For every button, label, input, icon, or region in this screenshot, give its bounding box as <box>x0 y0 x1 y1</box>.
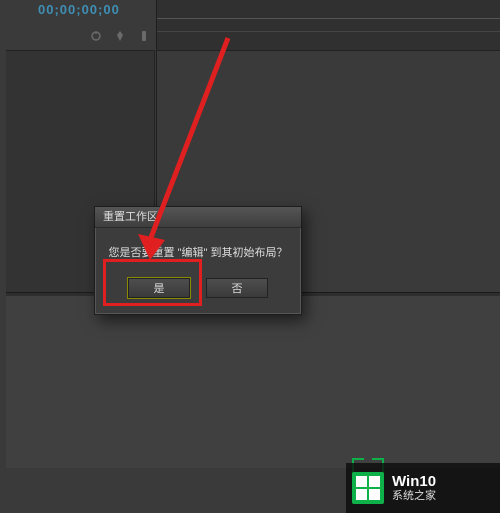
dialog-titlebar[interactable]: 重置工作区 <box>95 207 301 228</box>
snap-icon[interactable] <box>90 30 102 42</box>
dialog-body: 您是否要重置 "编辑" 到其初始布局？ 是 否 <box>95 228 301 314</box>
timeline-ruler[interactable] <box>157 18 500 32</box>
yes-button[interactable]: 是 <box>128 278 190 298</box>
watermark-line2: 系统之家 <box>392 490 436 503</box>
no-button[interactable]: 否 <box>206 278 268 298</box>
timeline-ruler-panel <box>156 0 500 50</box>
dialog-message: 您是否要重置 "编辑" 到其初始布局？ <box>107 244 289 260</box>
wrench-icon[interactable] <box>138 30 150 42</box>
windows-logo-icon <box>352 472 384 504</box>
marker-icon[interactable] <box>114 30 126 42</box>
timeline-header: 00;00;00;00 <box>6 0 154 50</box>
timeline-header-icons <box>90 30 150 42</box>
watermark: Win10 系统之家 <box>346 463 500 513</box>
lower-panel <box>6 296 500 468</box>
app-window: 00;00;00;00 重置工作区 您是否要重置 "编辑" 到其初始布局？ 是 … <box>0 0 500 513</box>
reset-workspace-dialog: 重置工作区 您是否要重置 "编辑" 到其初始布局？ 是 否 <box>94 206 302 315</box>
timecode-display[interactable]: 00;00;00;00 <box>38 2 120 17</box>
watermark-line1: Win10 <box>392 473 436 490</box>
dialog-button-row: 是 否 <box>107 278 289 298</box>
watermark-text: Win10 系统之家 <box>392 473 436 503</box>
